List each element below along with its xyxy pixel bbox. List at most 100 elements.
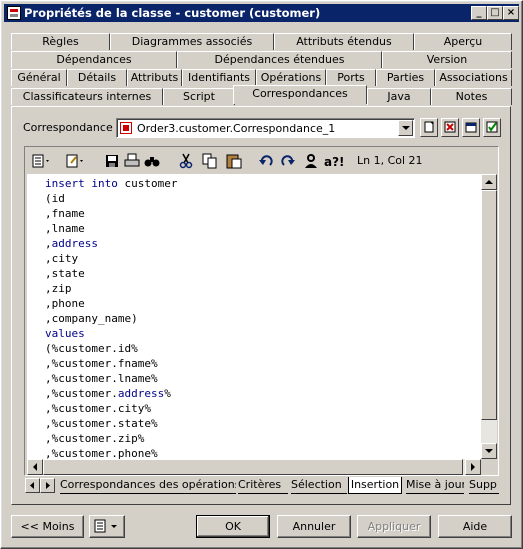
horizontal-scroll-thumb[interactable] [43,459,463,475]
tab-java[interactable]: Java [367,88,431,105]
check-mapping-button[interactable] [483,118,501,137]
code-token: ,%customer.phone% [45,447,158,459]
scroll-right-arrow[interactable] [465,459,481,475]
vertical-scrollbar[interactable] [481,174,497,459]
variables-icon[interactable]: a?! [324,153,345,169]
delete-mapping-button[interactable] [441,118,459,137]
ok-button[interactable]: OK [196,515,270,538]
tab-general[interactable]: Général [11,69,67,86]
tab-identifiers[interactable]: Identifiants [182,69,256,86]
close-button[interactable]: × [503,6,519,20]
code-token: , [45,237,52,250]
code-line: ,city [45,251,78,266]
scroll-down-arrow[interactable] [481,443,497,459]
horizontal-scrollbar[interactable] [27,459,481,475]
vertical-scroll-thumb[interactable] [481,190,497,420]
help-button[interactable]: Aide [438,515,512,538]
mapping-properties-button[interactable] [462,118,480,137]
code-line: ,state [45,266,85,281]
cut-icon[interactable] [178,153,194,169]
tab-preview[interactable]: Aperçu [414,33,512,50]
tab-associated-diagrams[interactable]: Diagrammes associés [110,33,274,50]
insert-variable-icon[interactable] [66,153,83,169]
tab-script[interactable]: Script [163,88,235,105]
new-document-icon [424,121,434,133]
undo-icon[interactable] [258,153,274,169]
find-icon[interactable] [144,153,160,169]
save-icon[interactable] [104,153,120,169]
new-mapping-button[interactable] [420,118,438,137]
code-line: ,phone [45,296,85,311]
code-token: ,%customer.zip% [45,432,145,445]
code-token: ,%customer.state% [45,417,158,430]
code-line: ,%customer.phone% [45,446,158,459]
code-token: ,fname [45,207,85,220]
tab-scroll-right-arrow[interactable] [40,478,55,493]
code-line: ,address [45,236,98,251]
code-line: ,%customer.address% [45,386,171,401]
tab-operations[interactable]: Opérations [256,69,326,86]
tab-inner-classifiers[interactable]: Classificateurs internes [11,88,163,105]
properties-icon [465,122,477,133]
code-line: (id [45,191,65,206]
maximize-button[interactable]: □ [487,6,503,20]
paste-icon[interactable] [226,153,242,169]
code-token: address [117,387,165,400]
cursor-position: Ln 1, Col 21 [357,154,423,167]
code-token: ,%customer.lname% [45,372,158,385]
user-icon[interactable] [303,153,319,169]
scroll-left-arrow[interactable] [27,459,43,475]
apply-button[interactable]: Appliquer [357,515,431,538]
tab-attributes[interactable]: Attributs [127,69,182,86]
mapping-value: Order3.customer.Correspondance_1 [137,122,336,135]
delete-icon [444,121,456,133]
redo-icon[interactable] [280,153,296,169]
code-line: ,zip [45,281,72,296]
check-icon [486,121,498,133]
bottom-tabs: Correspondances des opérations Critères … [24,477,499,494]
code-token: % [164,387,171,400]
tab-dependencies[interactable]: Dépendances [11,51,177,68]
code-token: (%customer.id% [45,342,138,355]
code-token: ,phone [45,297,85,310]
tab-mappings[interactable]: Correspondances [233,85,367,104]
print-icon[interactable] [124,153,140,169]
code-area[interactable]: insert into customer (id ,fname ,lname ,addr… [27,174,481,459]
window-title: Propriétés de la classe - customer (cust… [24,6,321,20]
tab-scroll-left-arrow[interactable] [25,478,40,493]
options-button[interactable] [89,515,125,538]
mapping-select[interactable]: Order3.customer.Correspondance_1 [116,118,415,138]
code-token: values [45,327,85,340]
code-token: ,zip [45,282,72,295]
tab-extended-attributes[interactable]: Attributs étendus [274,33,414,50]
tab-version[interactable]: Version [382,51,512,68]
copy-icon[interactable] [202,153,218,169]
tab-delete[interactable]: Supp [469,477,499,494]
code-token: ,city [45,252,79,265]
code-line: ,lname [45,221,85,236]
tab-details[interactable]: Détails [67,69,127,86]
code-token: ,%customer. [45,387,118,400]
tab-update[interactable]: Mise à jour [406,477,464,494]
title-bar[interactable]: Propriétés de la classe - customer (cust… [4,4,519,22]
cancel-button[interactable]: Annuler [277,515,351,538]
tab-parts[interactable]: Parties [376,69,435,86]
tab-selection[interactable]: Sélection [291,477,347,494]
scroll-up-arrow[interactable] [481,174,497,190]
mapping-label: Correspondance : [23,121,120,134]
sql-editor: a?! Ln 1, Col 21 insert into customer (id… [24,146,499,476]
tab-extended-dependencies[interactable]: Dépendances étendues [177,51,382,68]
tab-notes[interactable]: Notes [431,88,512,105]
tab-insertion[interactable]: Insertion [348,477,402,494]
tab-rules[interactable]: Règles [11,33,110,50]
less-button[interactable]: << Moins [11,515,84,538]
minimize-button[interactable]: _ [471,6,487,20]
chevron-down-icon[interactable] [398,120,413,136]
tab-associations[interactable]: Associations [435,69,512,86]
tab-operation-mappings[interactable]: Correspondances des opérations [60,477,236,494]
svg-text:a?!: a?! [324,155,345,169]
edit-menu-icon[interactable] [32,153,49,169]
tab-criteria[interactable]: Critères [238,477,288,494]
list-menu-icon [94,519,117,533]
tab-ports[interactable]: Ports [326,69,376,86]
